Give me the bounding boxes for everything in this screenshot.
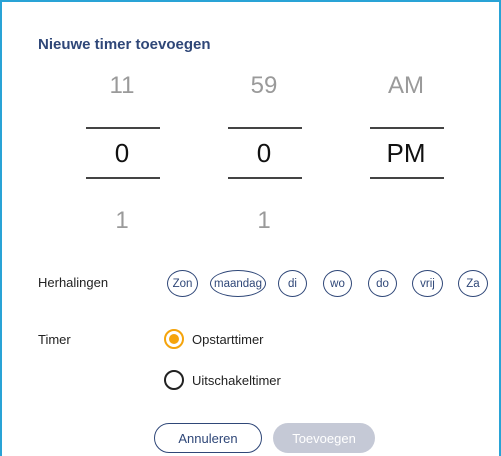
minute-selected[interactable]: 0 (224, 138, 304, 169)
day-tuesday[interactable]: di (278, 270, 307, 297)
hour-selected[interactable]: 0 (82, 138, 162, 169)
day-saturday[interactable]: Za (458, 270, 488, 297)
minute-prev[interactable]: 59 (224, 72, 304, 100)
hour-prev[interactable]: 11 (82, 72, 162, 100)
day-monday[interactable]: maandag (210, 270, 266, 297)
repeat-label: Herhalingen (38, 275, 109, 290)
timer-label: Timer (38, 332, 71, 347)
minute-top-divider (228, 127, 302, 129)
startup-timer-label[interactable]: Opstarttimer (192, 332, 264, 347)
day-wednesday[interactable]: wo (323, 270, 352, 297)
startup-timer-radio[interactable] (164, 329, 184, 349)
day-thursday[interactable]: do (368, 270, 397, 297)
hour-top-divider (86, 127, 160, 129)
ampm-bottom-divider (370, 177, 444, 179)
day-sunday[interactable]: Zon (167, 270, 198, 297)
ampm-top-divider (370, 127, 444, 129)
add-button[interactable]: Toevoegen (273, 423, 375, 453)
hour-next[interactable]: 1 (82, 207, 162, 235)
shutdown-timer-label[interactable]: Uitschakeltimer (192, 373, 281, 388)
ampm-prev[interactable]: AM (366, 72, 446, 100)
add-timer-dialog: Nieuwe timer toevoegen 11 0 1 59 0 1 AM … (0, 0, 501, 456)
minute-bottom-divider (228, 177, 302, 179)
dialog-title: Nieuwe timer toevoegen (38, 36, 211, 53)
ampm-selected[interactable]: PM (366, 138, 446, 169)
day-friday[interactable]: vrij (412, 270, 443, 297)
cancel-button[interactable]: Annuleren (154, 423, 262, 453)
shutdown-timer-radio[interactable] (164, 370, 184, 390)
minute-next[interactable]: 1 (224, 207, 304, 235)
hour-bottom-divider (86, 177, 160, 179)
